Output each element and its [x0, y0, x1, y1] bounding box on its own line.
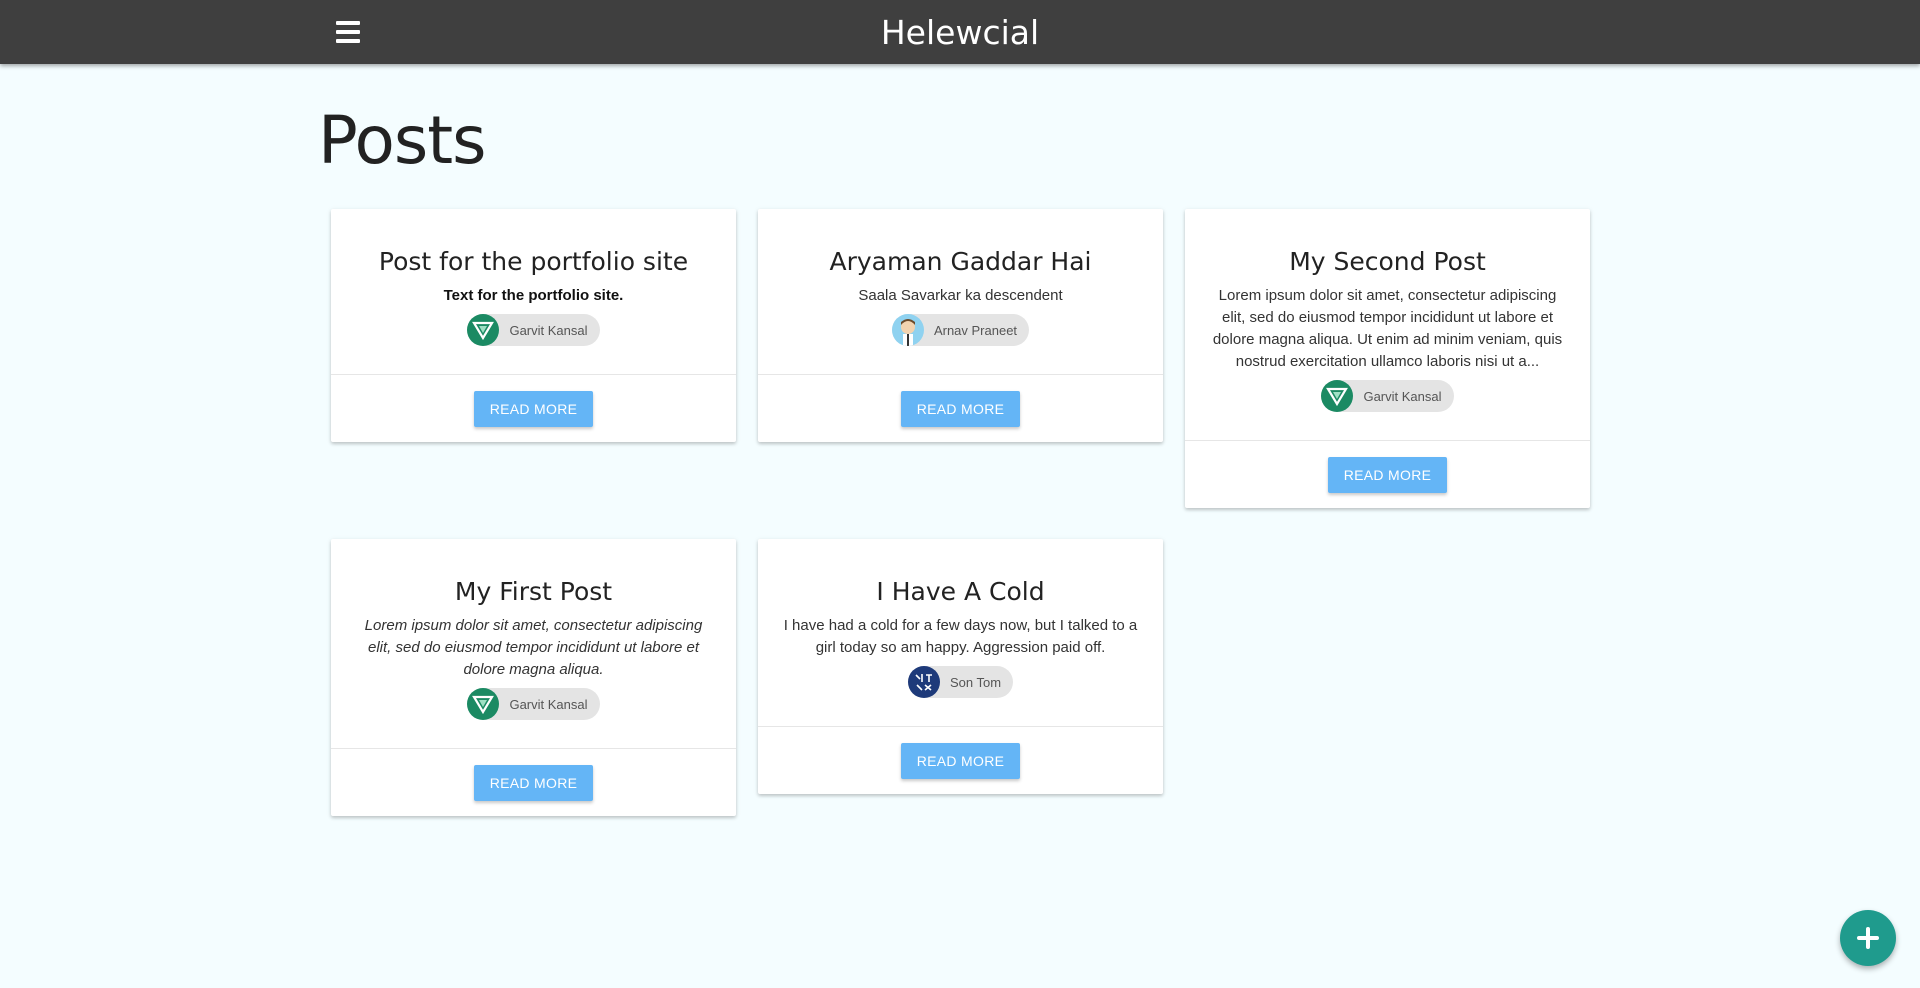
author-chip[interactable]: Garvit Kansal — [467, 688, 600, 720]
post-text: I have had a cold for a few days now, bu… — [783, 617, 1138, 656]
author-avatar — [467, 314, 500, 346]
page-title: Posts — [318, 102, 486, 179]
author-chip[interactable]: Arnav Praneet — [891, 314, 1030, 346]
author-name: Son Tom — [949, 674, 1002, 690]
brand-title: Helewcial — [0, 0, 1920, 64]
post-text: Saala Savarkar ka descendent — [858, 287, 1063, 304]
author-avatar — [891, 314, 924, 346]
read-more-button[interactable]: READ MORE — [473, 390, 594, 427]
author-name: Garvit Kansal — [509, 696, 588, 712]
read-more-button[interactable]: READ MORE — [900, 390, 1021, 427]
post-title: Aryaman Gaddar Hai — [829, 247, 1092, 276]
post-text: Lorem ipsum dolor sit amet, consectetur … — [364, 617, 703, 678]
author-name: Garvit Kansal — [1363, 388, 1442, 404]
post-card: My Second Post Lorem ipsum dolor sit ame… — [1185, 209, 1590, 508]
author-chip[interactable]: Garvit Kansal — [1321, 380, 1454, 412]
post-text: Lorem ipsum dolor sit amet, consectetur … — [1212, 287, 1563, 370]
post-text: Text for the portfolio site. — [443, 287, 624, 304]
author-chip[interactable]: Garvit Kansal — [467, 314, 600, 346]
author-name: Arnav Praneet — [933, 322, 1018, 338]
plus-icon — [1857, 927, 1879, 949]
post-title: Post for the portfolio site — [378, 247, 689, 276]
brand-link[interactable]: Helewcial — [881, 13, 1039, 52]
author-avatar — [907, 666, 940, 698]
post-card: My First Post Lorem ipsum dolor sit amet… — [331, 539, 736, 816]
read-more-button[interactable]: READ MORE — [1327, 456, 1448, 493]
hamburger-menu-icon[interactable] — [331, 18, 365, 46]
author-name: Garvit Kansal — [509, 322, 588, 338]
author-avatar — [1321, 380, 1354, 412]
read-more-button[interactable]: READ MORE — [473, 764, 594, 801]
post-card: Aryaman Gaddar Hai Saala Savarkar ka des… — [758, 209, 1163, 442]
post-title: I Have A Cold — [876, 577, 1045, 606]
post-title: My First Post — [454, 577, 613, 606]
top-navbar: Helewcial — [0, 0, 1920, 64]
post-title: My Second Post — [1289, 247, 1486, 276]
read-more-button[interactable]: READ MORE — [900, 742, 1021, 779]
post-card: Post for the portfolio site Text for the… — [331, 209, 736, 442]
author-avatar — [467, 688, 500, 720]
add-post-button[interactable] — [1840, 910, 1896, 966]
post-card: I Have A Cold I have had a cold for a fe… — [758, 539, 1163, 794]
author-chip[interactable]: Son Tom — [907, 666, 1014, 698]
